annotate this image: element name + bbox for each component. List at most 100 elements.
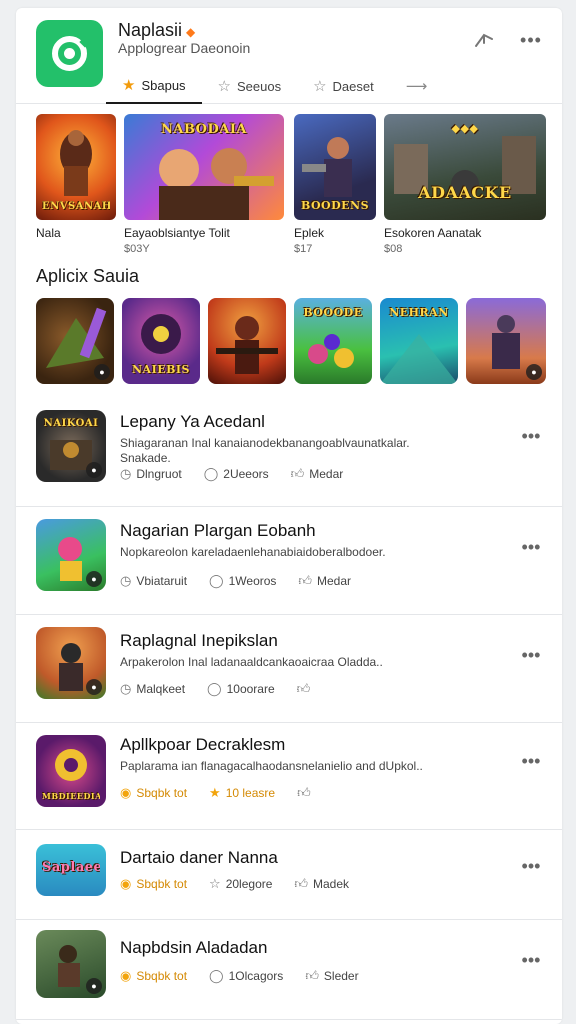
- list-item-title: Nagarian Plargan Eobanh: [120, 521, 316, 540]
- meta-text: 20legore: [225, 877, 273, 891]
- featured-tile-1[interactable]: ENVSANAH AARAHAI: [36, 114, 116, 220]
- game-thumb-4[interactable]: BOOODE: [294, 298, 372, 384]
- list-item-description: Arpakerolon Inal ladanaaldcankaoaicraa O…: [120, 655, 383, 669]
- play-badge-icon: ●: [86, 571, 102, 587]
- thumbs-up-icon: 👍︎: [297, 785, 311, 800]
- thumbs-up-icon: 👍︎: [298, 573, 313, 588]
- more-options-icon[interactable]: •••: [516, 426, 546, 447]
- meta-comments[interactable]: ◯ 2Ueeors: [204, 466, 269, 482]
- list-item[interactable]: ● Raplagnal Inepikslan Arpakerolon Inal …: [16, 615, 562, 723]
- meta-text: 10oorare: [226, 682, 275, 696]
- game-thumb-6[interactable]: ●: [466, 298, 546, 384]
- game-thumb-2[interactable]: NAIEBIS: [122, 298, 200, 384]
- meta-likes[interactable]: 👍︎: [297, 681, 316, 697]
- list-item[interactable]: Saplaee Dartaio daner Nanna ◉ Sbqbk tot ☆…: [16, 830, 562, 920]
- meta-likes[interactable]: 👍︎ Sleder: [305, 968, 358, 984]
- orange-badge-icon: ◆: [186, 25, 196, 39]
- star-outline-icon: ☆: [217, 78, 231, 95]
- meta-likes[interactable]: 👍︎ Madek: [294, 876, 349, 892]
- meta-comments[interactable]: ◯ 1Weoros: [209, 573, 276, 589]
- more-options-icon[interactable]: •••: [516, 30, 546, 52]
- gold-badge-icon: ◉: [120, 968, 132, 983]
- thumbs-up-icon: 👍︎: [294, 876, 309, 891]
- clock-icon: ◷: [120, 466, 132, 481]
- thumbs-up-icon: 👍︎: [305, 968, 319, 983]
- list-item-art-text: MBDIEEDIA: [42, 791, 100, 801]
- meta-text: Vbiataruit: [136, 574, 188, 588]
- list-item[interactable]: ● Nagarian Plargan Eobanh Nopkareolon ka…: [16, 507, 562, 615]
- more-options-icon[interactable]: •••: [516, 751, 546, 772]
- share-icon[interactable]: [472, 30, 496, 52]
- meta-text: Medar: [309, 467, 344, 481]
- list-item-description: Shiagaranan Inal kanaianodekbanangoablva…: [120, 436, 410, 465]
- featured-name: Eayaoblsiantye Tolit: [124, 226, 230, 240]
- featured-art-text: ENVSANAH AARAHAI: [42, 201, 110, 212]
- featured-art-subtext: ◆◆◆: [451, 122, 479, 135]
- tab-daeset[interactable]: ☆ Daeset: [297, 68, 390, 104]
- tab-bar: ★ Sbapus ☆ Seeuos ☆ Daeset ⟶: [106, 68, 443, 104]
- tab-label: Seeuos: [237, 78, 282, 94]
- comment-icon: ◯: [207, 681, 222, 696]
- gold-badge-icon: ◉: [120, 876, 132, 891]
- clock-icon: ◷: [120, 681, 132, 696]
- game-thumbnail-row: ● NAIEBIS BOOODE NEHRAN ●: [36, 298, 548, 384]
- meta-time: ◷ Dlngruot: [120, 466, 182, 482]
- app-logo-icon[interactable]: [36, 20, 103, 87]
- more-options-icon[interactable]: •••: [516, 537, 546, 558]
- game-thumb-5[interactable]: NEHRAN: [380, 298, 458, 384]
- meta-comments[interactable]: ◯ 10oorare: [207, 681, 275, 697]
- featured-name: Nala: [36, 226, 61, 240]
- meta-rating[interactable]: ☆ 20legore: [209, 876, 272, 892]
- thumb-art-text: BOOODE: [303, 306, 363, 319]
- list-item-title: Apllkpoar Decraklesm: [120, 735, 286, 754]
- star-outline-icon: ☆: [209, 876, 221, 891]
- list-item-icon: Saplaee: [36, 844, 106, 896]
- arrow-icon: ⟶: [405, 78, 428, 95]
- thumb-art-text: NAIEBIS: [131, 363, 190, 376]
- featured-tile-3[interactable]: BOODENS: [294, 114, 376, 220]
- gold-badge-icon: ◉: [120, 785, 132, 800]
- meta-text: 1Olcagors: [228, 969, 284, 983]
- list-item-icon: NAIKOAI ●: [36, 410, 106, 482]
- list-item-icon: MBDIEEDIA: [36, 735, 106, 807]
- meta-rating[interactable]: ★ 10 leasre: [209, 785, 275, 801]
- list-item-title: Dartaio daner Nanna: [120, 848, 278, 867]
- meta-text: Sbqbk tot: [136, 877, 188, 891]
- list-item-title: Raplagnal Inepikslan: [120, 631, 278, 650]
- meta-likes[interactable]: 👍︎ Medar: [291, 466, 344, 482]
- featured-tile-4[interactable]: ◆◆◆ ADAACKE: [384, 114, 546, 220]
- meta-text: 1Weoros: [228, 574, 277, 588]
- more-options-icon[interactable]: •••: [516, 950, 546, 971]
- star-outline-icon: ☆: [313, 78, 327, 95]
- list-item[interactable]: ● Napbdsin Aladadan ◉ Sbqbk tot ◯ 1Olcagor…: [16, 920, 562, 1020]
- list-item-title: Lepany Ya Acedanl: [120, 412, 265, 431]
- game-thumb-3[interactable]: [208, 298, 286, 384]
- tab-sbapus[interactable]: ★ Sbapus: [106, 68, 202, 104]
- meta-likes[interactable]: 👍︎ Medar: [298, 573, 351, 589]
- meta-badge: ◉ Sbqbk tot: [120, 968, 187, 984]
- list-item-meta: ◉ Sbqbk tot ☆ 20legore 👍︎ Madek: [120, 876, 371, 892]
- tab-seeuos[interactable]: ☆ Seeuos: [202, 68, 298, 104]
- comment-icon: ◯: [209, 968, 224, 983]
- meta-likes[interactable]: 👍︎: [297, 785, 316, 801]
- more-options-icon[interactable]: •••: [516, 645, 546, 666]
- game-thumb-1[interactable]: ●: [36, 298, 114, 384]
- list-item[interactable]: NAIKOAI ● Lepany Ya Acedanl Shiagaranan …: [16, 400, 562, 507]
- list-item-title: Napbdsin Aladadan: [120, 938, 268, 957]
- comment-icon: ◯: [203, 466, 219, 481]
- more-options-icon[interactable]: •••: [516, 856, 546, 877]
- tab-label: Sbapus: [141, 77, 186, 93]
- list-item[interactable]: MBDIEEDIA Apllkpoar Decraklesm Paplarama…: [16, 723, 562, 830]
- featured-price: $08: [384, 243, 403, 255]
- meta-comments[interactable]: ◯ 1Olcagors: [209, 968, 283, 984]
- list-item-art-text: NAIKOAI: [43, 418, 99, 429]
- thumbs-up-icon: 👍︎: [290, 466, 305, 481]
- meta-badge: ◉ Sbqbk tot: [120, 785, 187, 801]
- star-icon: ★: [209, 785, 221, 800]
- meta-text: Sleder: [323, 969, 359, 983]
- list-item-meta: ◉ Sbqbk tot ★ 10 leasre 👍︎: [120, 785, 338, 801]
- comment-icon: ◯: [209, 573, 224, 588]
- featured-tile-2[interactable]: NABODAIA: [124, 114, 284, 220]
- app-subtitle: Applogrear Daeonoin: [118, 40, 251, 56]
- tab-arrow[interactable]: ⟶: [390, 68, 444, 104]
